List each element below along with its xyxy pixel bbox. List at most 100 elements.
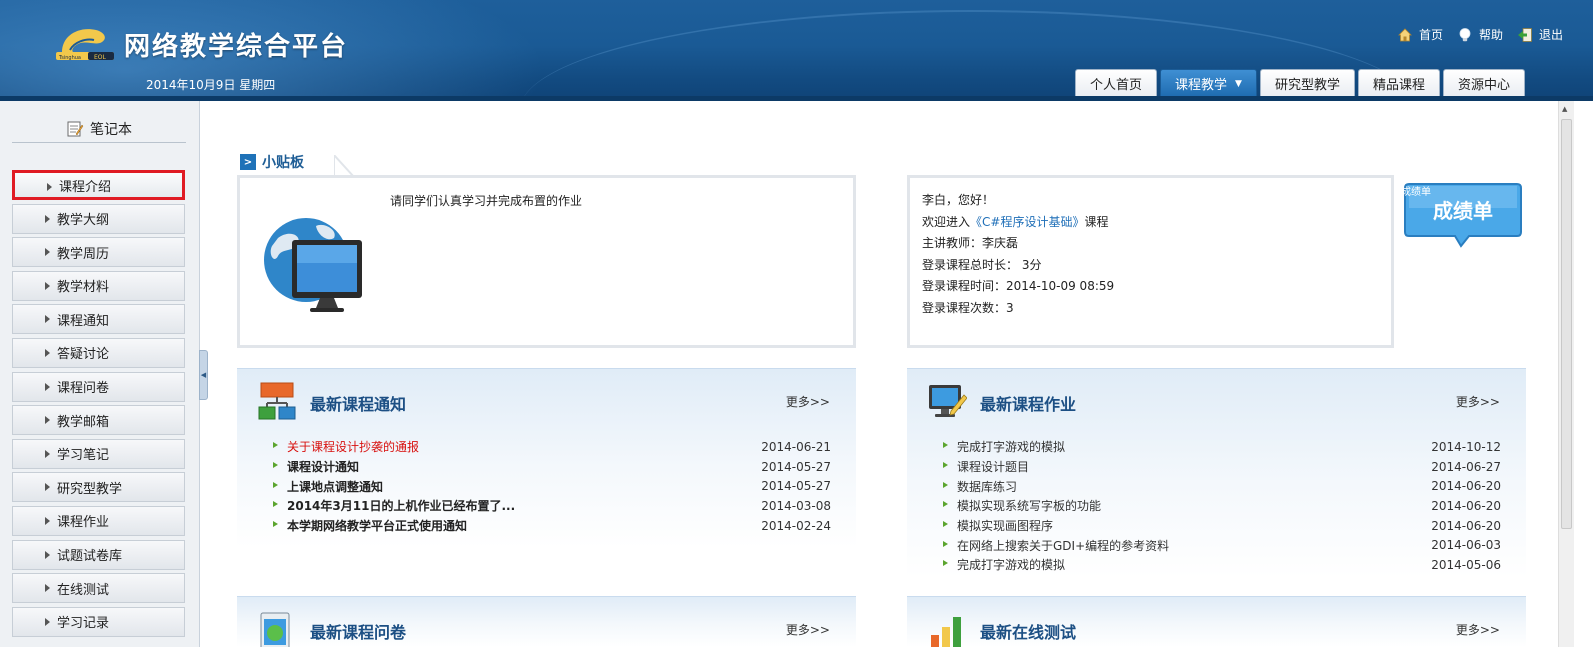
notice-link[interactable]: 关于课程设计抄袭的通报 [271, 438, 419, 455]
surveys-title: 最新课程问卷 [310, 623, 407, 642]
homework-title: 最新课程作业 [980, 395, 1077, 414]
list-item: 本学期网络教学平台正式使用通知 2014-02-24 [271, 516, 831, 536]
notice-link[interactable]: 2014年3月11日的上机作业已经布置了... [271, 497, 515, 514]
homework-link[interactable]: 完成打字游戏的模拟 [941, 556, 1065, 573]
exit-icon [1517, 27, 1532, 42]
course-name-link[interactable]: 《C#程序设计基础》 [970, 215, 1084, 229]
home-link-label: 首页 [1418, 28, 1443, 42]
homework-link[interactable]: 课程设计题目 [941, 458, 1029, 475]
notice-link[interactable]: 本学期网络教学平台正式使用通知 [271, 517, 467, 534]
current-date: 2014年10月9日 星期四 [146, 78, 276, 92]
vertical-scrollbar[interactable]: ▲ [1558, 101, 1574, 647]
scroll-up-icon[interactable]: ▲ [1562, 105, 1567, 113]
lightbulb-help-icon [1459, 27, 1471, 41]
scrollbar-thumb[interactable] [1561, 119, 1572, 529]
tab-quality-courses[interactable]: 精品课程 [1357, 69, 1440, 97]
sidebar-item-survey[interactable]: 课程问卷 [12, 371, 185, 402]
tests-title: 最新在线测试 [980, 623, 1077, 642]
tab-personal-home[interactable]: 个人首页 [1075, 69, 1158, 97]
main-nav-tabs: 个人首页 课程教学 ▼ 研究型教学 精品课程 资源中心 [1075, 69, 1525, 97]
sidebar-item-syllabus[interactable]: 教学大纲 [12, 203, 185, 234]
sidebar-item-online-test[interactable]: 在线测试 [12, 573, 185, 604]
sidebar-item-research[interactable]: 研究型教学 [12, 472, 185, 503]
tipboard-header: > 小贴板 [240, 152, 304, 172]
homework-link[interactable]: 模拟实现画图程序 [941, 517, 1053, 534]
homework-link[interactable]: 在网络上搜索关于GDI+编程的参考资料 [941, 537, 1169, 554]
tab-label: 资源中心 [1457, 78, 1510, 93]
sidebar-item-label: 学习笔记 [57, 448, 110, 464]
tab-label: 课程教学 [1175, 78, 1228, 93]
notice-link[interactable]: 课程设计通知 [271, 458, 359, 475]
tipboard-panel: 请同学们认真学习并完成布置的作业 [237, 175, 856, 348]
homework-date: 2014-06-20 [1431, 479, 1501, 494]
notice-date: 2014-05-27 [761, 459, 831, 474]
list-item: 课程设计通知 2014-05-27 [271, 457, 831, 477]
bar-chart-icon [931, 617, 961, 647]
sidebar-item-label: 答疑讨论 [57, 347, 110, 363]
sidebar-item-label: 课程介绍 [59, 179, 112, 195]
chevron-down-icon: ▼ [1235, 78, 1242, 89]
sidebar-item-label: 学习记录 [57, 616, 110, 632]
latest-homework-panel: 最新课程作业 更多>> 完成打字游戏的模拟 2014-10-12 课程设计题目 20… [907, 368, 1526, 578]
help-link[interactable]: 帮助 [1457, 26, 1503, 43]
tab-course-teaching[interactable]: 课程教学 ▼ [1160, 69, 1257, 97]
homework-date: 2014-06-03 [1431, 538, 1501, 553]
tab-label: 个人首页 [1090, 78, 1143, 93]
list-item: 上课地点调整通知 2014-05-27 [271, 476, 831, 496]
logout-link[interactable]: 退出 [1517, 26, 1563, 43]
welcome-line: 欢迎进入《C#程序设计基础》课程 [922, 212, 1114, 234]
sidebar-item-study-record[interactable]: 学习记录 [12, 606, 185, 637]
grade-report-alt-text: 成绩单 [1401, 187, 1431, 198]
sidebar-item-label: 课程通知 [57, 313, 110, 329]
sidebar-item-study-notes[interactable]: 学习笔记 [12, 438, 185, 469]
tab-research-teaching[interactable]: 研究型教学 [1259, 69, 1355, 97]
sidebar-collapse-handle[interactable]: ◀ [199, 350, 208, 400]
tests-more-link[interactable]: 更多>> [1456, 621, 1500, 638]
surveys-more-link[interactable]: 更多>> [786, 621, 830, 638]
notebook-icon [67, 121, 84, 136]
notices-title: 最新课程通知 [310, 395, 407, 414]
sidebar-item-label: 教学邮箱 [57, 414, 110, 430]
tab-resource-center[interactable]: 资源中心 [1442, 69, 1525, 97]
total-time-line: 登录课程总时长： 3分 [922, 257, 1042, 272]
sidebar-item-question-bank[interactable]: 试题试卷库 [12, 539, 185, 570]
notice-date: 2014-06-21 [761, 439, 831, 454]
tab-label: 精品课程 [1372, 78, 1425, 93]
sidebar-item-course-intro[interactable]: 课程介绍 [12, 170, 185, 200]
globe-computer-icon [264, 218, 362, 312]
homework-link[interactable]: 完成打字游戏的模拟 [941, 438, 1065, 455]
platform-logo-icon: EOL Tsinghua [56, 29, 114, 61]
user-greeting: 李白，您好！ [922, 193, 995, 207]
notebook-title: 笔记本 [90, 121, 132, 138]
home-link[interactable]: 首页 [1397, 26, 1443, 43]
notebook-header[interactable]: 笔记本 [12, 115, 186, 143]
sidebar-menu: 课程介绍 教学大纲 教学周历 教学材料 课程通知 答疑讨论 课程问卷 教学邮箱 … [12, 170, 185, 640]
sidebar-item-notices[interactable]: 课程通知 [12, 304, 185, 335]
list-item: 在网络上搜索关于GDI+编程的参考资料 2014-06-03 [941, 535, 1501, 555]
sidebar-item-mailbox[interactable]: 教学邮箱 [12, 405, 185, 436]
sidebar-item-homework[interactable]: 课程作业 [12, 505, 185, 536]
user-info-text: 李白，您好！ 欢迎进入《C#程序设计基础》课程 主讲教师：李庆磊 登录课程总时长… [922, 190, 1114, 320]
chevron-left-icon: ◀ [200, 371, 207, 379]
sidebar-item-label: 课程问卷 [57, 381, 110, 397]
notice-link[interactable]: 上课地点调整通知 [271, 478, 383, 495]
notices-more-link[interactable]: 更多>> [786, 393, 830, 410]
homework-more-link[interactable]: 更多>> [1456, 393, 1500, 410]
help-link-label: 帮助 [1478, 28, 1503, 42]
sidebar-item-label: 在线测试 [57, 582, 110, 598]
welcome-suffix: 课程 [1084, 214, 1109, 229]
list-item: 完成打字游戏的模拟 2014-10-12 [941, 437, 1501, 457]
platform-title: 网络教学综合平台 [124, 32, 349, 62]
latest-surveys-panel: 最新课程问卷 更多>> [237, 596, 856, 647]
homework-date: 2014-06-27 [1431, 459, 1501, 474]
svg-text:Tsinghua: Tsinghua [58, 55, 81, 61]
homework-date: 2014-05-06 [1431, 557, 1501, 572]
sidebar-item-discussion[interactable]: 答疑讨论 [12, 337, 185, 368]
homework-link[interactable]: 数据库练习 [941, 478, 1017, 495]
sidebar-item-weekly-calendar[interactable]: 教学周历 [12, 237, 185, 268]
sidebar-item-label: 研究型教学 [57, 481, 123, 497]
sidebar-item-label: 试题试卷库 [57, 549, 123, 565]
homework-link[interactable]: 模拟实现系统写字板的功能 [941, 497, 1101, 514]
sidebar-item-materials[interactable]: 教学材料 [12, 270, 185, 301]
sidebar-item-label: 教学周历 [57, 246, 110, 262]
